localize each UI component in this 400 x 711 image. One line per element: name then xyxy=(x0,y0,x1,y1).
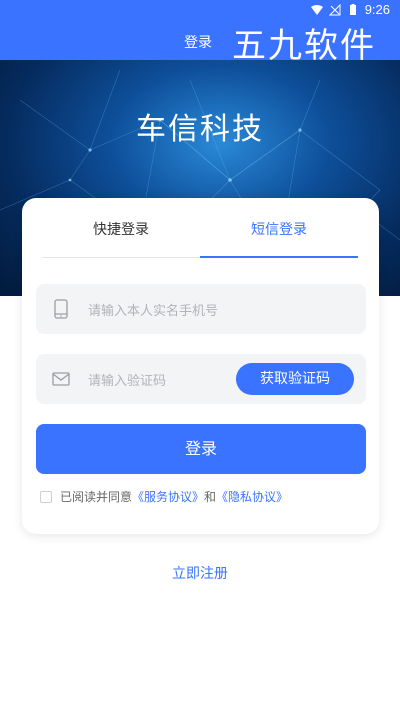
register-link[interactable]: 立即注册 xyxy=(0,563,400,583)
agreement-row: 已阅读并同意 《服务协议》 和 《隐私协议》 xyxy=(40,488,288,505)
agreement-checkbox[interactable] xyxy=(40,490,52,503)
status-time: 9:26 xyxy=(364,2,390,17)
login-card: 快捷登录 短信登录 请输入本人实名手机号 请输入验证码 获取验证码 登录 已阅读… xyxy=(22,198,379,534)
service-agreement-link[interactable]: 《服务协议》 xyxy=(132,488,204,505)
code-placeholder: 请输入验证码 xyxy=(88,374,167,389)
page-title: 登录 xyxy=(184,35,212,51)
agreement-prefix: 已阅读并同意 xyxy=(60,490,133,504)
battery-icon xyxy=(349,3,356,15)
tab-quick-login[interactable]: 快捷登录 xyxy=(42,198,200,257)
code-field[interactable]: 请输入验证码 获取验证码 xyxy=(36,354,366,404)
get-code-button[interactable]: 获取验证码 xyxy=(236,363,354,395)
login-tabs: 快捷登录 短信登录 xyxy=(42,198,358,258)
signal-icon xyxy=(328,3,341,15)
status-icons: 9:26 xyxy=(310,2,390,17)
app-bar: 登录 五九软件 xyxy=(0,24,400,66)
phone-field[interactable]: 请输入本人实名手机号 xyxy=(36,284,366,334)
mail-icon xyxy=(52,372,70,386)
phone-icon xyxy=(54,299,68,319)
privacy-agreement-link[interactable]: 《隐私协议》 xyxy=(216,488,288,505)
tab-sms-login[interactable]: 短信登录 xyxy=(200,198,358,258)
phone-placeholder: 请输入本人实名手机号 xyxy=(88,304,219,319)
login-button[interactable]: 登录 xyxy=(36,424,366,474)
brand-title: 车信科技 xyxy=(136,112,264,147)
wifi-icon xyxy=(310,4,323,15)
agreement-conjunction: 和 xyxy=(204,490,217,504)
